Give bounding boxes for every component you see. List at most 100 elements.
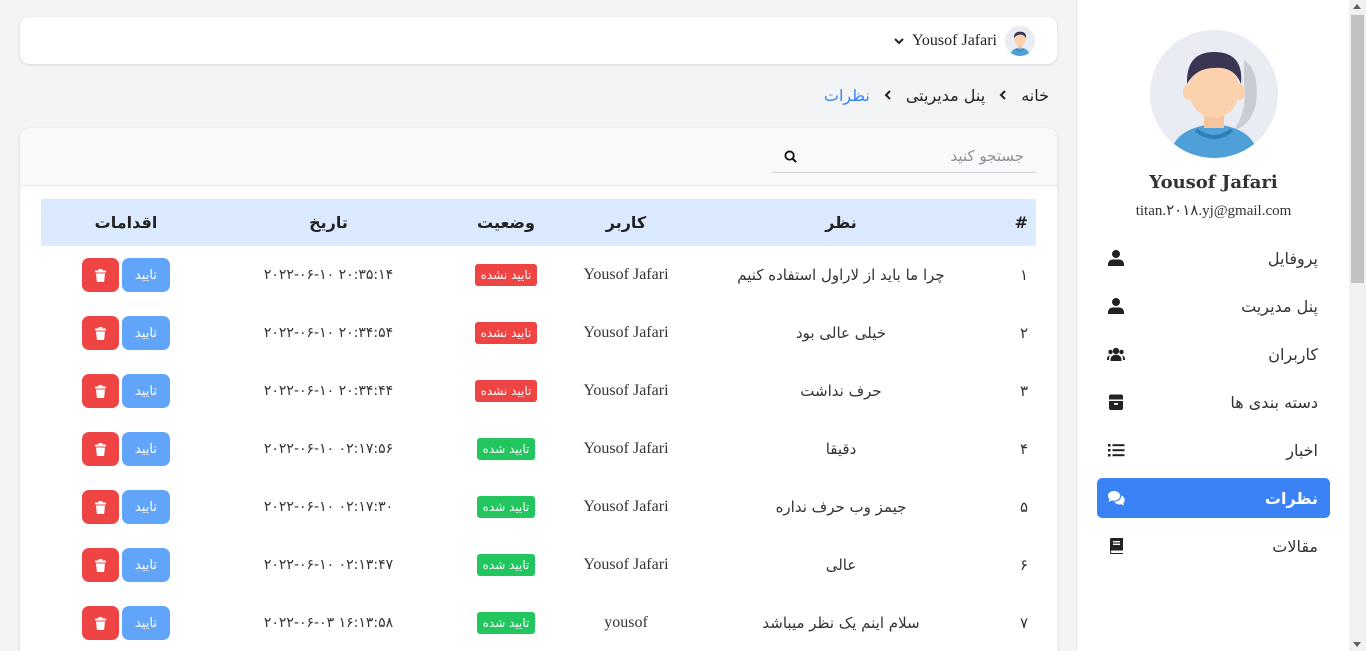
comment-user: Yousof Jafari: [583, 556, 669, 573]
delete-button[interactable]: [82, 316, 119, 350]
table-row: ۴ دقیقا Yousof Jafari تایید شده ۲۰۲۲-۰۶-۱۰ ۰…: [41, 420, 1036, 478]
status-cell: تایید نشده: [446, 362, 566, 420]
comments-table: # نظر کاربر وضعیت تاریخ اقدامات ۱ چرا ما …: [41, 199, 1036, 651]
comment-text: حرف نداشت: [800, 382, 882, 400]
delete-button[interactable]: [82, 548, 119, 582]
chevron-left-icon: [884, 90, 891, 100]
comment-date: ۲۰۲۲-۰۶-۱۰ ۲۰:۳۵:۱۴: [263, 267, 394, 283]
status-badge: تایید شده: [476, 438, 536, 460]
sidebar-item-1[interactable]: پنل مدیریت: [1097, 286, 1330, 326]
comment-user: Yousof Jafari: [583, 266, 669, 283]
table-row: ۵ جیمز وب حرف نداره Yousof Jafari تایید شده…: [41, 478, 1036, 536]
trash-icon: [95, 442, 106, 456]
breadcrumb-panel[interactable]: پنل مدیریتی: [906, 86, 985, 105]
actions-cell: تایید: [41, 362, 211, 420]
status-cell: تایید نشده: [446, 304, 566, 362]
sidebar-item-label: اخبار: [1286, 440, 1318, 460]
book-icon: [1110, 538, 1123, 554]
card-header: [20, 128, 1057, 186]
comment-text: خیلی عالی بود: [796, 324, 886, 342]
sidebar-item-5[interactable]: نظرات: [1097, 478, 1330, 518]
top-bar: Yousof Jafari: [20, 17, 1057, 64]
sidebar-item-6[interactable]: مقالات: [1097, 526, 1330, 566]
status-badge: تایید شده: [476, 496, 536, 518]
status-cell: تایید شده: [446, 536, 566, 594]
delete-button[interactable]: [82, 374, 119, 408]
approve-button[interactable]: تایید: [122, 432, 170, 466]
sidebar: Yousof Jafari titan.۲۰۱۸.yj@gmail.com پر…: [1076, 0, 1349, 651]
approve-button[interactable]: تایید: [122, 374, 170, 408]
table-row: ۲ خیلی عالی بود Yousof Jafari تایید نشده ۲۰۲…: [41, 304, 1036, 362]
scrollbar[interactable]: [1349, 0, 1366, 651]
sidebar-menu: پروفایل پنل مدیریت کاربران دسته بندی ها اخبا…: [1097, 238, 1330, 574]
comment-user: Yousof Jafari: [583, 382, 669, 399]
comment-text: جیمز وب حرف نداره: [775, 498, 907, 516]
header-date: تاریخ: [309, 213, 348, 232]
comment-date: ۲۰۲۲-۰۶-۰۳ ۱۶:۱۳:۵۸: [263, 615, 394, 631]
approve-button[interactable]: تایید: [122, 548, 170, 582]
avatar: [1005, 26, 1035, 56]
approve-button[interactable]: تایید: [122, 490, 170, 524]
trash-icon: [95, 500, 106, 514]
delete-button[interactable]: [82, 258, 119, 292]
row-number: ۵: [1019, 498, 1028, 516]
list-icon: [1108, 444, 1125, 457]
trash-icon: [95, 268, 106, 282]
approve-button[interactable]: تایید: [122, 606, 170, 640]
actions-cell: تایید: [41, 304, 211, 362]
scroll-down-arrow[interactable]: [1353, 642, 1361, 647]
delete-button[interactable]: [82, 432, 119, 466]
header-num: #: [1014, 213, 1028, 232]
table-row: ۱ چرا ما باید از لاراول استفاده کنیم Youso…: [41, 246, 1036, 304]
status-badge: تایید نشده: [474, 264, 538, 286]
comment-date: ۲۰۲۲-۰۶-۱۰ ۰۲:۱۷:۵۶: [263, 441, 394, 457]
sidebar-item-label: نظرات: [1264, 488, 1318, 508]
header-user: کاربر: [605, 213, 647, 232]
user-icon: [1108, 250, 1124, 266]
breadcrumb-current: نظرات: [823, 85, 870, 105]
user-menu[interactable]: Yousof Jafari: [894, 25, 1035, 57]
header-comment: نظر: [825, 213, 857, 232]
delete-button[interactable]: [82, 606, 119, 640]
trash-icon: [95, 558, 106, 572]
approve-button[interactable]: تایید: [122, 316, 170, 350]
approve-button[interactable]: تایید: [122, 258, 170, 292]
users-icon: [1107, 347, 1125, 361]
status-badge: تایید شده: [476, 554, 536, 576]
sidebar-item-3[interactable]: دسته بندی ها: [1097, 382, 1330, 422]
header-actions: اقدامات: [94, 213, 158, 232]
sidebar-item-2[interactable]: کاربران: [1097, 334, 1330, 374]
comment-text: دقیقا: [825, 440, 857, 458]
search-icon[interactable]: [784, 149, 797, 163]
comment-text: چرا ما باید از لاراول استفاده کنیم: [737, 266, 945, 284]
profile-name: Yousof Jafari: [1149, 172, 1278, 193]
search-input[interactable]: [807, 147, 1024, 165]
delete-button[interactable]: [82, 490, 119, 524]
actions-cell: تایید: [41, 420, 211, 478]
sidebar-item-label: پنل مدیریت: [1241, 296, 1318, 316]
sidebar-item-4[interactable]: اخبار: [1097, 430, 1330, 470]
status-cell: تایید شده: [446, 594, 566, 651]
sidebar-item-0[interactable]: پروفایل: [1097, 238, 1330, 278]
comment-text: سلام اینم یک نظر میباشد: [762, 614, 920, 632]
breadcrumb-home[interactable]: خانه: [1021, 86, 1049, 105]
table-body: ۱ چرا ما باید از لاراول استفاده کنیم Youso…: [41, 246, 1036, 651]
actions-cell: تایید: [41, 478, 211, 536]
sidebar-item-label: پروفایل: [1267, 248, 1318, 268]
scroll-up-arrow[interactable]: [1353, 4, 1361, 9]
status-badge: تایید شده: [476, 612, 536, 634]
comment-date: ۲۰۲۲-۰۶-۱۰ ۲۰:۳۴:۵۴: [263, 325, 394, 341]
comment-date: ۲۰۲۲-۰۶-۱۰ ۰۲:۱۳:۴۷: [263, 557, 394, 573]
scroll-thumb[interactable]: [1351, 15, 1364, 283]
user-name: Yousof Jafari: [911, 32, 997, 49]
trash-icon: [95, 616, 106, 630]
comment-user: Yousof Jafari: [583, 324, 669, 341]
sidebar-item-label: کاربران: [1268, 344, 1318, 364]
comment-text: عالی: [825, 556, 857, 574]
status-badge: تایید نشده: [474, 322, 538, 344]
actions-cell: تایید: [41, 594, 211, 651]
sidebar-item-label: مقالات: [1272, 536, 1318, 556]
actions-cell: تایید: [41, 536, 211, 594]
user-icon: [1108, 298, 1124, 314]
sidebar-item-label: دسته بندی ها: [1230, 392, 1318, 412]
